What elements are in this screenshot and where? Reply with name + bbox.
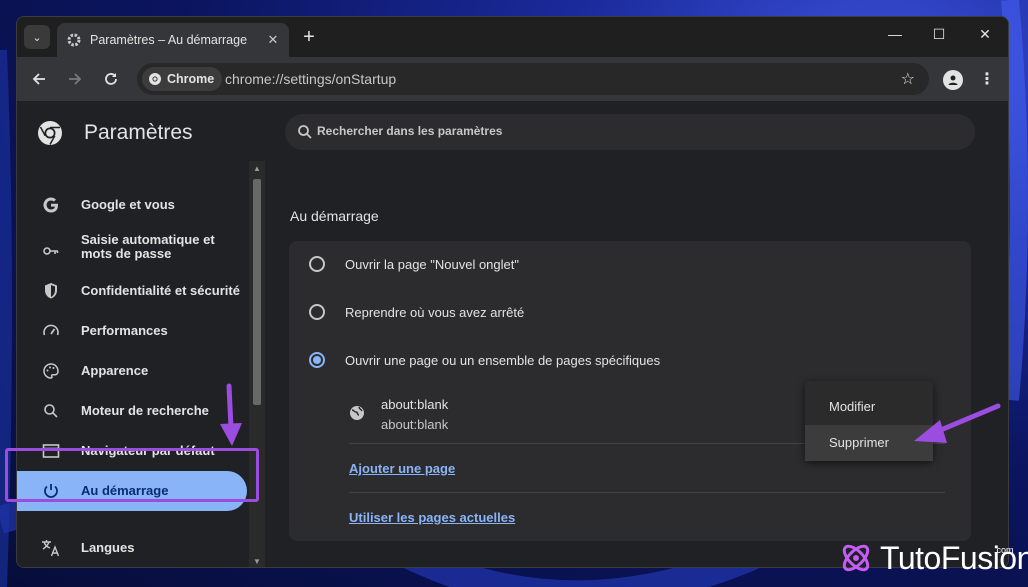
brand-watermark: TutoFusion: [838, 538, 1028, 578]
translate-icon: [41, 538, 61, 558]
sidebar-scrollbar[interactable]: ▲ ▼: [249, 161, 265, 567]
chrome-logo-icon: [149, 73, 161, 85]
tutofusion-logo-icon: [842, 544, 870, 572]
page-entry-url: about:blank: [381, 417, 449, 432]
sidebar-item-google[interactable]: Google et vous: [17, 185, 247, 225]
tab-title: Paramètres – Au démarrage: [90, 33, 248, 47]
gear-icon: [66, 32, 82, 48]
toolbar: Chrome chrome://settings/onStartup ☆ ⋮: [17, 57, 1008, 101]
google-icon: [41, 195, 61, 215]
sidebar-item-label: Performances: [81, 323, 168, 338]
sidebar-item-search-engine[interactable]: Moteur de recherche: [17, 391, 247, 431]
sidebar-item-label: Google et vous: [81, 197, 175, 212]
forward-arrow-icon[interactable]: [65, 69, 85, 89]
page-entry-title: about:blank: [381, 397, 449, 412]
radio-button-selected[interactable]: [309, 352, 325, 368]
sidebar-item-label: Apparence: [81, 363, 149, 378]
speedometer-icon: [41, 321, 61, 341]
search-icon: [41, 401, 61, 421]
palette-icon: [41, 361, 61, 381]
key-icon: [41, 241, 61, 261]
sidebar-item-privacy[interactable]: Confidentialité et sécurité: [17, 271, 247, 311]
url-text: chrome://settings/onStartup: [225, 71, 397, 87]
shield-icon: [41, 281, 61, 301]
chrome-chip-label: Chrome: [167, 72, 215, 86]
radio-button[interactable]: [309, 256, 325, 272]
annotation-highlight-box: [5, 448, 259, 502]
bookmark-star-icon[interactable]: ☆: [901, 69, 915, 89]
chrome-chip[interactable]: Chrome: [142, 67, 223, 91]
option-continue[interactable]: Reprendre où vous avez arrêté: [289, 289, 971, 337]
search-icon: [298, 125, 312, 139]
menu-item-edit[interactable]: Modifier: [805, 389, 933, 425]
sidebar-item-label: Langues: [81, 540, 135, 555]
page-context-menu: Modifier Supprimer: [805, 381, 933, 461]
settings-sidebar: Google et vous Saisie automatique et mot…: [17, 161, 265, 567]
tab-settings[interactable]: Paramètres – Au démarrage ✕: [57, 23, 289, 57]
back-arrow-icon[interactable]: [29, 69, 49, 89]
sidebar-item-autofill[interactable]: Saisie automatique et mots de passe: [17, 229, 247, 273]
sidebar-item-label: Moteur de recherche: [81, 403, 209, 418]
tab-search-button[interactable]: ⌄: [24, 25, 50, 49]
new-tab-button[interactable]: +: [300, 27, 318, 47]
sidebar-item-label: Saisie automatique et mots de passe: [81, 232, 215, 261]
radio-button[interactable]: [309, 304, 325, 320]
brand-suffix: .com: [994, 545, 1014, 555]
close-window-icon[interactable]: ✕: [975, 26, 995, 43]
sidebar-item-performance[interactable]: Performances: [17, 311, 247, 351]
minimize-icon[interactable]: —: [885, 26, 905, 42]
chrome-logo-icon: [38, 121, 62, 145]
option-label: Ouvrir une page ou un ensemble de pages …: [345, 353, 661, 368]
chevron-down-icon: ⌄: [32, 31, 42, 44]
sidebar-item-languages[interactable]: Langues: [17, 528, 247, 567]
address-bar[interactable]: Chrome chrome://settings/onStartup ☆: [137, 63, 929, 95]
option-specific-pages[interactable]: Ouvrir une page ou un ensemble de pages …: [289, 337, 971, 385]
maximize-icon[interactable]: ☐: [929, 26, 949, 43]
close-icon[interactable]: ✕: [265, 32, 281, 48]
profile-avatar-icon[interactable]: [943, 70, 963, 90]
option-label: Ouvrir la page "Nouvel onglet": [345, 257, 519, 272]
add-page-link[interactable]: Ajouter une page: [349, 461, 455, 476]
globe-icon: [350, 406, 364, 420]
option-label: Reprendre où vous avez arrêté: [345, 305, 525, 320]
settings-search-input[interactable]: Rechercher dans les paramètres: [285, 114, 975, 150]
kebab-menu-icon[interactable]: ⋮: [979, 69, 995, 89]
scroll-down-arrow-icon[interactable]: ▼: [253, 557, 261, 566]
use-current-pages-link[interactable]: Utiliser les pages actuelles: [349, 510, 515, 525]
tab-strip: ⌄ Paramètres – Au démarrage ✕ + — ☐ ✕: [17, 17, 1008, 57]
divider: [349, 492, 945, 493]
page-title: Paramètres: [84, 121, 193, 144]
section-title: Au démarrage: [290, 208, 379, 224]
option-new-tab[interactable]: Ouvrir la page "Nouvel onglet": [289, 241, 971, 289]
reload-icon[interactable]: [101, 69, 121, 89]
scrollbar-thumb[interactable]: [253, 179, 261, 405]
scroll-up-arrow-icon[interactable]: ▲: [253, 164, 261, 173]
sidebar-item-appearance[interactable]: Apparence: [17, 351, 247, 391]
menu-item-delete[interactable]: Supprimer: [805, 425, 933, 461]
search-placeholder: Rechercher dans les paramètres: [317, 124, 503, 138]
sidebar-item-label: Confidentialité et sécurité: [81, 283, 240, 298]
